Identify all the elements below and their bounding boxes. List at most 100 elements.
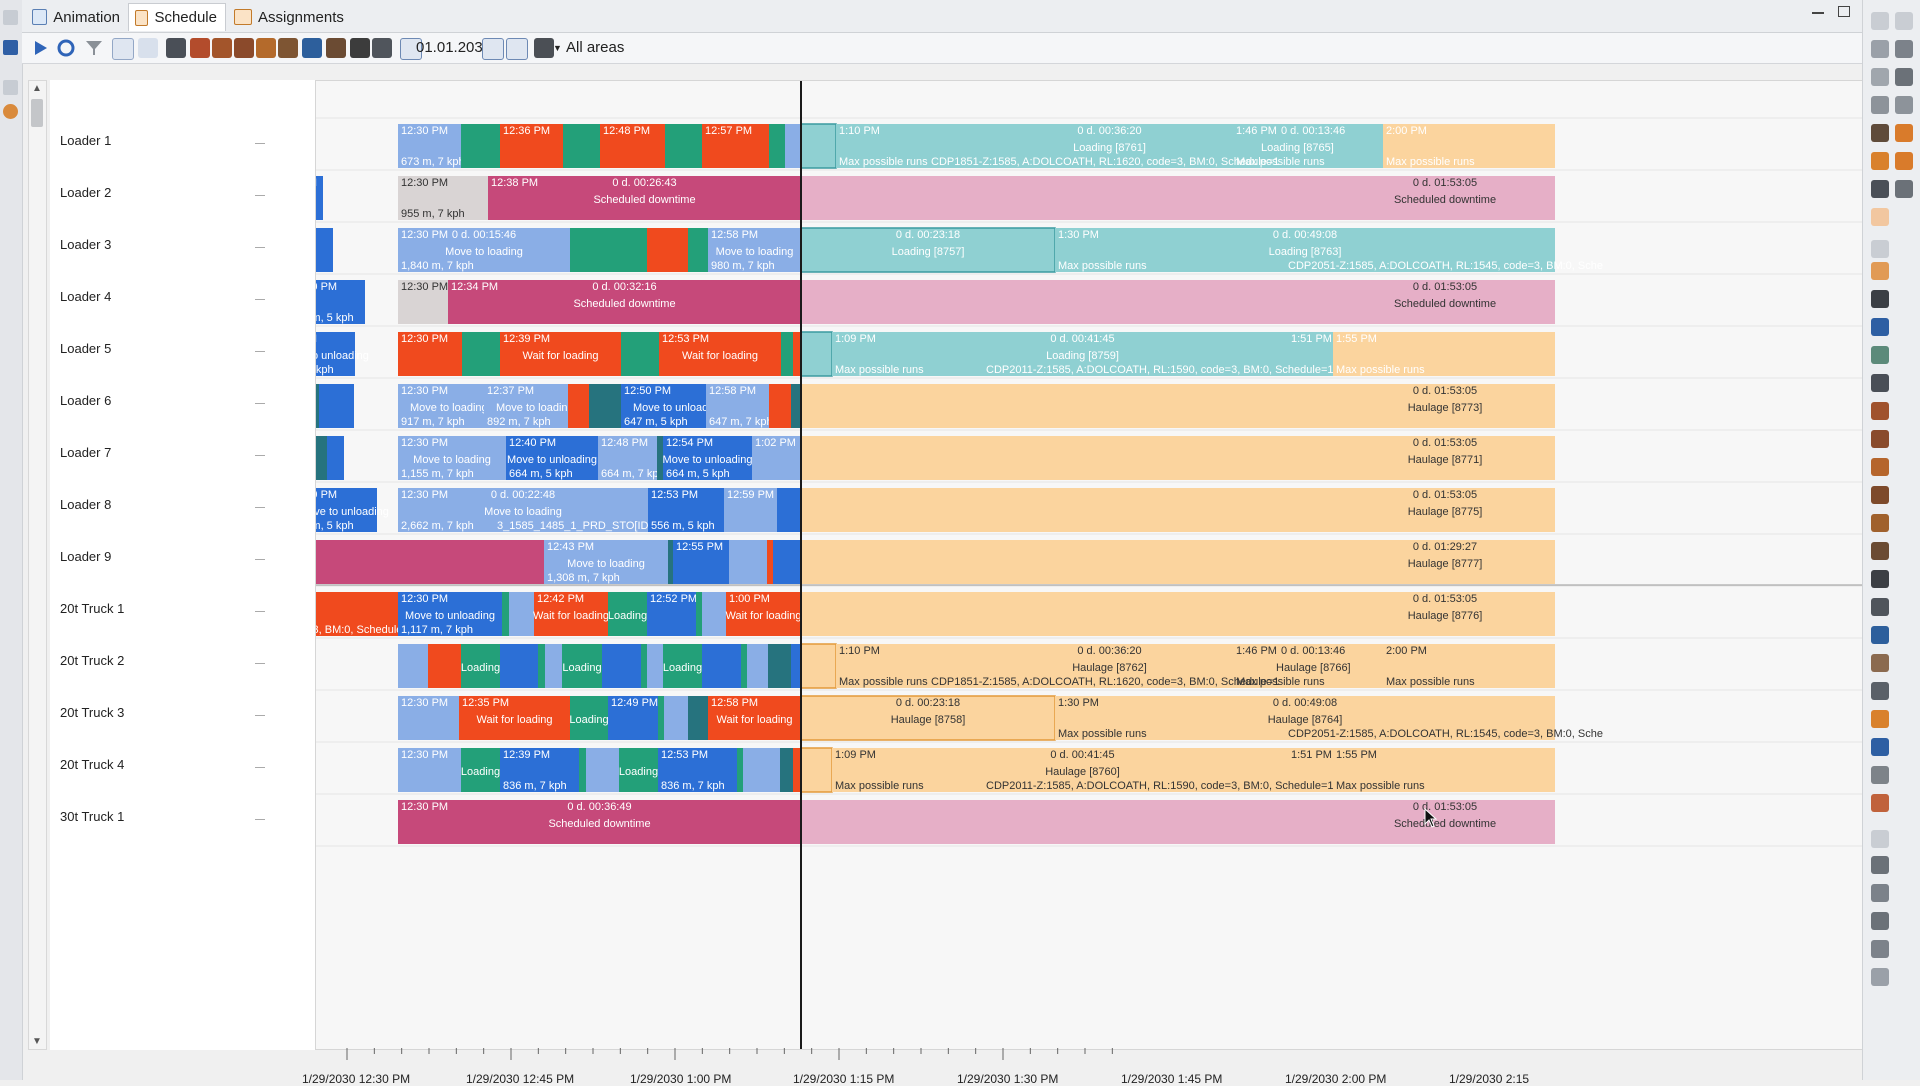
schedule-bar[interactable] (767, 540, 773, 584)
bar-rect[interactable] (769, 124, 785, 168)
schedule-bar[interactable]: 1:55 PM Max possible runs (1333, 748, 1555, 792)
crusher-icon[interactable] (1871, 570, 1889, 588)
schedule-bar[interactable] (777, 488, 801, 532)
chart-icon[interactable] (1871, 68, 1889, 86)
bar-rect[interactable] (641, 644, 647, 688)
schedule-bar[interactable]: 12:36 PM (500, 124, 563, 168)
tab-assignments[interactable]: Assignments (228, 3, 352, 31)
schedule-bar[interactable]: 1:02 PM (752, 436, 801, 480)
schedule-bar[interactable]: Loading (663, 644, 702, 688)
schedule-bar[interactable] (800, 747, 833, 793)
bar-rect[interactable] (586, 748, 619, 792)
schedule-bar[interactable]: 1:09 PM 0 d. 00:41:45 Haulage [8760] Max po… (832, 748, 1334, 792)
schedule-bar[interactable] (747, 644, 768, 688)
bar-rect[interactable] (319, 384, 354, 428)
bar-rect[interactable] (702, 592, 726, 636)
tunnel-icon[interactable] (1871, 374, 1889, 392)
schedule-bar[interactable]: 1:30 PM 0 d. 00:49:08 Loading [8763] Max po… (1055, 228, 1603, 272)
bar-rect[interactable] (579, 748, 586, 792)
area-icon[interactable] (534, 38, 554, 58)
schedule-bar[interactable]: 12:57 PM (702, 124, 769, 168)
terrain-icon[interactable] (1871, 884, 1889, 902)
crusher-icon[interactable] (302, 38, 322, 58)
schedule-bar[interactable] (688, 228, 708, 272)
fan-icon[interactable] (1871, 598, 1889, 616)
schedule-bar[interactable] (696, 592, 702, 636)
schedule-bar[interactable]: 12:30 PM (398, 332, 462, 376)
schedule-bar[interactable] (602, 644, 641, 688)
bar-rect[interactable] (773, 540, 801, 584)
schedule-bar[interactable] (502, 592, 509, 636)
schedule-bar[interactable]: 12:53 PM 556 m, 5 kph (648, 488, 724, 532)
bar-rect[interactable] (658, 696, 664, 740)
equipment-icon[interactable] (166, 38, 186, 58)
schedule-bar[interactable] (668, 540, 673, 584)
schedule-bar[interactable]: 12:40 PM Move to unloading 664 m, 5 kph (506, 436, 598, 480)
bar-rect[interactable] (602, 644, 641, 688)
calendar-end-icon[interactable] (506, 38, 528, 60)
schedule-bar[interactable] (658, 696, 664, 740)
bar-rect[interactable] (800, 331, 833, 377)
schedule-bar[interactable]: 12:48 PM (600, 124, 665, 168)
schedule-bar[interactable]: 12:39 PM Wait for loading (500, 332, 621, 376)
schedule-bar[interactable]: 12:38 PM 0 d. 00:26:43 Scheduled downtime (488, 176, 801, 220)
schedule-bar[interactable] (287, 228, 333, 272)
schedule-bar[interactable] (563, 124, 600, 168)
terrain-icon[interactable] (1871, 940, 1889, 958)
schedule-bar[interactable] (568, 384, 589, 428)
schedule-bar[interactable]: 1:00 PM Wait for loading (725, 592, 802, 636)
schedule-bar[interactable]: 1:55 PM Max possible runs (1333, 332, 1555, 376)
filter-icon[interactable] (84, 38, 104, 58)
pump-icon[interactable] (1871, 626, 1889, 644)
schedule-bar[interactable] (741, 644, 747, 688)
bar-rect[interactable] (589, 384, 621, 428)
bar-rect[interactable] (791, 384, 801, 428)
schedule-bar[interactable]: 1:09 PM 0 d. 00:41:45 Loading [8759] Max po… (832, 332, 1334, 376)
schedule-bar[interactable] (769, 384, 791, 428)
schedule-bar[interactable] (319, 384, 354, 428)
bar-rect[interactable] (668, 540, 673, 584)
bar-rect[interactable] (800, 123, 837, 169)
restore-icon[interactable] (1871, 240, 1889, 258)
bar-chart-icon[interactable] (1895, 124, 1913, 142)
image-icon[interactable] (1895, 68, 1913, 86)
bar-rect[interactable] (398, 644, 428, 688)
schedule-bar[interactable]: 12:30 PM Move to loading 1,155 m, 7 kph (398, 436, 506, 480)
schedule-bar[interactable] (768, 644, 791, 688)
schedule-bar[interactable] (621, 332, 659, 376)
area-selector[interactable]: All areas (566, 39, 624, 56)
bar-rect[interactable] (800, 747, 833, 793)
hoist-icon[interactable] (1871, 654, 1889, 672)
drill-icon[interactable] (278, 38, 298, 58)
dozer-icon[interactable] (1871, 458, 1889, 476)
restore-icon[interactable] (1871, 830, 1889, 848)
terrain-icon[interactable] (1871, 912, 1889, 930)
bar-rect[interactable] (793, 748, 801, 792)
schedule-bar[interactable]: 12:30 PM (398, 696, 459, 740)
schedule-bar[interactable] (538, 644, 545, 688)
schedule-bar[interactable] (641, 644, 647, 688)
schedule-bar[interactable] (664, 696, 688, 740)
schedule-bar[interactable] (737, 748, 743, 792)
schedule-bar[interactable] (702, 644, 741, 688)
schedule-bar[interactable]: 2:00 PM Max possible runs (1383, 644, 1555, 688)
schedule-bar[interactable]: 12:30 PM 0 d. 00:15:46 Move to loading 1,84… (398, 228, 570, 272)
loader-icon[interactable] (212, 38, 232, 58)
loader-icon[interactable] (1871, 402, 1889, 420)
schedule-bar[interactable] (702, 592, 726, 636)
restore-icon[interactable] (1895, 12, 1913, 30)
bar-rect[interactable] (696, 592, 702, 636)
bar-rect[interactable] (741, 644, 747, 688)
model-tree-icon[interactable] (3, 40, 18, 55)
schedule-bar[interactable]: 12:19 PM Move to unloading 664 m, 5 kph (287, 488, 389, 532)
schedule-bar[interactable]: 0 d. 01:53:05 Scheduled downtime (801, 280, 1555, 324)
schedule-bar[interactable] (688, 696, 708, 740)
person-icon[interactable] (1871, 318, 1889, 336)
schedule-bar[interactable] (570, 228, 647, 272)
bar-rect[interactable] (769, 384, 791, 428)
schedule-bar[interactable] (793, 332, 801, 376)
bar-rect[interactable] (545, 644, 562, 688)
gantt-layout-icon[interactable] (138, 38, 158, 58)
bar-rect[interactable] (509, 592, 534, 636)
restore-icon[interactable] (3, 10, 18, 25)
